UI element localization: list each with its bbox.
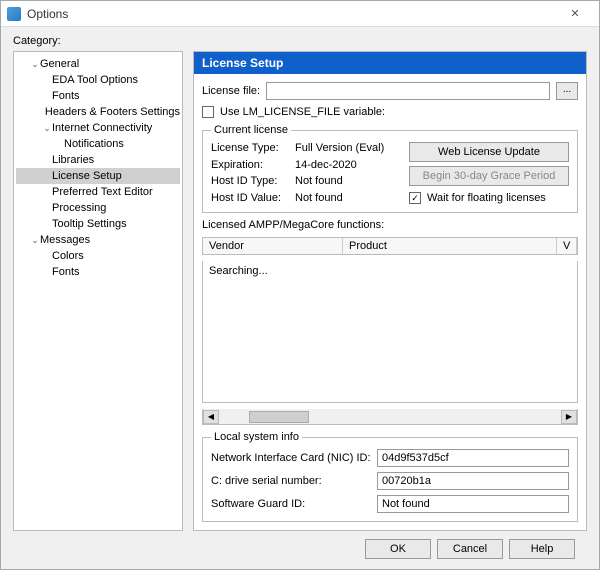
searching-text: Searching... (209, 265, 268, 277)
local-system-legend: Local system info (211, 431, 302, 443)
wait-floating-checkbox[interactable]: ✓ (409, 192, 421, 204)
panel-title: License Setup (194, 52, 586, 74)
tree-preferred-text-editor[interactable]: Preferred Text Editor (16, 184, 180, 200)
license-setup-panel: License Setup License file: ... Use LM_L… (193, 51, 587, 531)
col-v[interactable]: V (557, 238, 577, 254)
nic-value[interactable] (377, 449, 569, 467)
tree-headers[interactable]: Headers & Footers Settings (16, 104, 180, 120)
nic-label: Network Interface Card (NIC) ID: (211, 452, 371, 464)
current-license-group: Current license License Type: Full Versi… (202, 124, 578, 213)
license-type-value: Full Version (Eval) (295, 142, 399, 154)
window-title: Options (27, 7, 557, 21)
options-dialog: Options ✕ Category: ⌄General EDA Tool Op… (0, 0, 600, 570)
sgid-value[interactable] (377, 495, 569, 513)
ok-button[interactable]: OK (365, 539, 431, 559)
tree-fonts[interactable]: Fonts (16, 88, 180, 104)
use-lm-label: Use LM_LICENSE_FILE variable: (220, 106, 385, 118)
scroll-thumb[interactable] (249, 411, 309, 423)
begin-grace-button[interactable]: Begin 30-day Grace Period (409, 166, 569, 186)
tree-messages[interactable]: ⌄Messages (16, 232, 180, 248)
local-system-group: Local system info Network Interface Card… (202, 431, 578, 522)
tree-general[interactable]: ⌄General (16, 56, 180, 72)
scroll-track[interactable] (219, 410, 561, 424)
category-label: Category: (13, 35, 587, 47)
tree-colors[interactable]: Colors (16, 248, 180, 264)
scroll-left-icon[interactable]: ◀ (203, 410, 219, 424)
tree-notifications[interactable]: Notifications (16, 136, 180, 152)
cancel-button[interactable]: Cancel (437, 539, 503, 559)
scroll-right-icon[interactable]: ▶ (561, 410, 577, 424)
dialog-buttons: OK Cancel Help (13, 531, 587, 559)
functions-list[interactable]: Searching... (202, 261, 578, 403)
license-type-label: License Type: (211, 142, 289, 154)
use-lm-checkbox[interactable] (202, 106, 214, 118)
sgid-label: Software Guard ID: (211, 498, 371, 510)
app-icon (7, 7, 21, 21)
col-product[interactable]: Product (343, 238, 557, 254)
hostid-type-label: Host ID Type: (211, 175, 289, 187)
chevron-down-icon: ⌄ (30, 56, 40, 72)
functions-label: Licensed AMPP/MegaCore functions: (202, 219, 578, 231)
browse-button[interactable]: ... (556, 82, 578, 100)
tree-fonts2[interactable]: Fonts (16, 264, 180, 280)
chevron-down-icon: ⌄ (30, 232, 40, 248)
tree-eda[interactable]: EDA Tool Options (16, 72, 180, 88)
tree-license-setup[interactable]: License Setup (16, 168, 180, 184)
tree-processing[interactable]: Processing (16, 200, 180, 216)
close-button[interactable]: ✕ (557, 4, 593, 24)
cdrive-label: C: drive serial number: (211, 475, 371, 487)
col-vendor[interactable]: Vendor (203, 238, 343, 254)
hostid-value-value: Not found (295, 192, 399, 204)
tree-internet[interactable]: ⌄Internet Connectivity (16, 120, 180, 136)
license-file-input[interactable] (266, 82, 550, 100)
category-tree[interactable]: ⌄General EDA Tool Options Fonts Headers … (13, 51, 183, 531)
license-file-label: License file: (202, 85, 260, 97)
hostid-type-value: Not found (295, 175, 399, 187)
cdrive-value[interactable] (377, 472, 569, 490)
expiration-label: Expiration: (211, 159, 289, 171)
expiration-value: 14-dec-2020 (295, 159, 399, 171)
close-icon: ✕ (570, 7, 579, 20)
functions-header[interactable]: Vendor Product V (202, 237, 578, 255)
tree-tooltip[interactable]: Tooltip Settings (16, 216, 180, 232)
tree-libraries[interactable]: Libraries (16, 152, 180, 168)
chevron-down-icon: ⌄ (42, 120, 52, 136)
web-license-update-button[interactable]: Web License Update (409, 142, 569, 162)
titlebar[interactable]: Options ✕ (1, 1, 599, 27)
current-license-legend: Current license (211, 124, 291, 136)
hostid-value-label: Host ID Value: (211, 192, 289, 204)
help-button[interactable]: Help (509, 539, 575, 559)
wait-floating-label: Wait for floating licenses (427, 192, 546, 204)
functions-hscrollbar[interactable]: ◀ ▶ (202, 409, 578, 425)
